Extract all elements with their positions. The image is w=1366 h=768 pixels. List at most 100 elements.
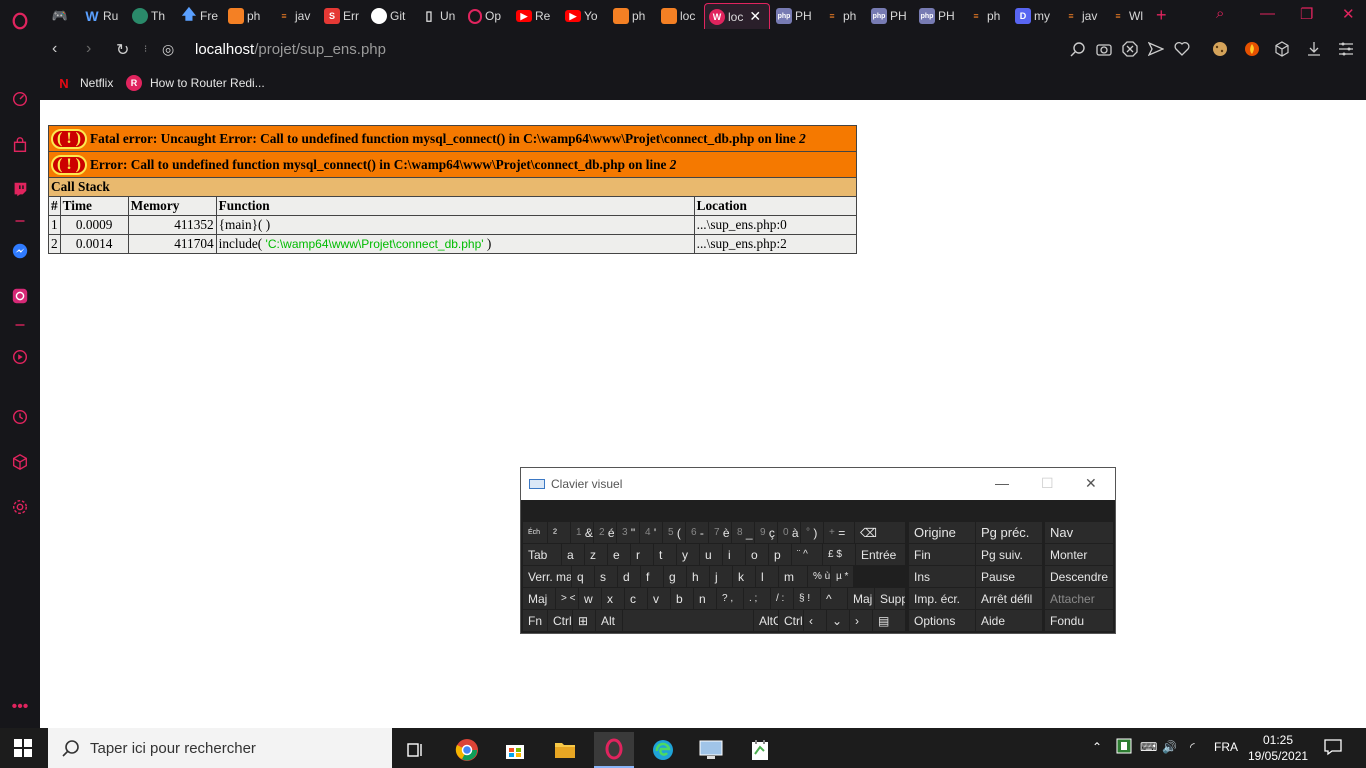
- key-q[interactable]: q: [572, 566, 594, 587]
- key-e[interactable]: e: [608, 544, 630, 565]
- key-sup2[interactable]: ²: [548, 522, 570, 543]
- key-2[interactable]: 2 é: [594, 522, 616, 543]
- extensions-cube-icon[interactable]: [9, 451, 31, 473]
- taskbar-search-input[interactable]: Taper ici pour rechercher: [48, 728, 392, 768]
- chrome-icon[interactable]: [447, 732, 487, 768]
- key-section[interactable]: § !: [794, 588, 820, 609]
- key-3[interactable]: 3 ": [617, 522, 639, 543]
- key-capslock[interactable]: Verr. maj: [523, 566, 571, 587]
- windows-start-icon[interactable]: [14, 739, 32, 757]
- remote-desktop-icon[interactable]: [691, 732, 731, 768]
- extensions-icon[interactable]: [1274, 41, 1290, 57]
- bookmark-router[interactable]: R How to Router Redi...: [126, 75, 265, 91]
- key-i[interactable]: i: [723, 544, 745, 565]
- key-pound[interactable]: £ $: [823, 544, 855, 565]
- tab[interactable]: ▶ Re: [516, 3, 556, 29]
- key-delete[interactable]: Suppr: [875, 588, 905, 609]
- key-n[interactable]: n: [694, 588, 716, 609]
- key-h[interactable]: h: [687, 566, 709, 587]
- key-nav[interactable]: Nav: [1045, 522, 1113, 543]
- key-shift-left[interactable]: Maj: [523, 588, 555, 609]
- notepad-plus-icon[interactable]: [740, 732, 780, 768]
- messenger-icon[interactable]: [9, 240, 31, 262]
- tab[interactable]: ≡ ph: [968, 3, 1008, 29]
- tab[interactable]: ▶ Yo: [565, 3, 605, 29]
- key-u[interactable]: u: [700, 544, 722, 565]
- tab[interactable]: Th: [132, 3, 172, 29]
- minimize-icon[interactable]: —: [1260, 5, 1275, 22]
- cookie-icon[interactable]: [1212, 41, 1228, 57]
- osk-titlebar[interactable]: Clavier visuel — ☐ ✕: [521, 468, 1115, 500]
- send-icon[interactable]: [1148, 41, 1164, 57]
- key-5[interactable]: 5 (: [663, 522, 685, 543]
- heart-icon[interactable]: [1174, 41, 1190, 57]
- key-dot[interactable]: . ;: [744, 588, 770, 609]
- key-pageup[interactable]: Pg préc.: [976, 522, 1042, 543]
- tab[interactable]: W Ru: [84, 3, 124, 29]
- tab[interactable]: loc: [661, 3, 701, 29]
- key-p[interactable]: p: [769, 544, 791, 565]
- clock[interactable]: 01:25 19/05/2021: [1248, 732, 1308, 764]
- speed-dial-icon[interactable]: [9, 88, 31, 110]
- history-icon[interactable]: [9, 406, 31, 428]
- volume-icon[interactable]: 🔊: [1162, 740, 1177, 754]
- fire-extension-icon[interactable]: [1244, 41, 1260, 57]
- key-tab[interactable]: Tab: [523, 544, 561, 565]
- easy-setup-icon[interactable]: [1338, 41, 1354, 57]
- key-insert[interactable]: Ins: [909, 566, 975, 587]
- key-backspace[interactable]: ⌫: [855, 522, 905, 543]
- key-c[interactable]: c: [625, 588, 647, 609]
- key-enter[interactable]: Entrée: [856, 544, 905, 565]
- search-icon[interactable]: [1070, 41, 1086, 57]
- key-9[interactable]: 9 ç: [755, 522, 777, 543]
- tab[interactable]: ≡ jav: [1063, 3, 1103, 29]
- key-esc[interactable]: Éch: [523, 522, 547, 543]
- tab[interactable]: 🡅 Fre: [181, 3, 221, 29]
- instagram-icon[interactable]: [9, 285, 31, 307]
- key-ctrl-right[interactable]: Ctrl: [779, 610, 803, 631]
- key-scrolllock[interactable]: Arrêt défil: [976, 588, 1042, 609]
- adblock-icon[interactable]: [1122, 41, 1138, 57]
- key-d[interactable]: d: [618, 566, 640, 587]
- key-k[interactable]: k: [733, 566, 755, 587]
- key-0[interactable]: 0 à: [778, 522, 800, 543]
- key-printscreen[interactable]: Imp. écr.: [909, 588, 975, 609]
- key-pagedown[interactable]: Pg suiv.: [976, 544, 1042, 565]
- key-w[interactable]: w: [579, 588, 601, 609]
- bookmark-netflix[interactable]: N Netflix: [56, 75, 113, 91]
- key-z[interactable]: z: [585, 544, 607, 565]
- key-m[interactable]: m: [779, 566, 807, 587]
- tab[interactable]: php PH: [919, 3, 959, 29]
- forward-icon[interactable]: ›: [86, 40, 91, 58]
- globe-icon[interactable]: ◎: [162, 41, 174, 58]
- tab[interactable]: ph: [228, 3, 268, 29]
- key-g[interactable]: g: [664, 566, 686, 587]
- file-explorer-icon[interactable]: [545, 732, 585, 768]
- edge-icon[interactable]: [643, 732, 683, 768]
- more-dots-icon[interactable]: •••: [9, 696, 31, 718]
- ime-icon[interactable]: ⌨: [1140, 740, 1157, 754]
- key-7[interactable]: 7 è: [709, 522, 731, 543]
- player-icon[interactable]: [9, 346, 31, 368]
- settings-gear-icon[interactable]: [9, 496, 31, 518]
- key-move-down[interactable]: Descendre: [1045, 566, 1113, 587]
- key-windows[interactable]: ⊞: [573, 610, 595, 631]
- key-6[interactable]: 6 -: [686, 522, 708, 543]
- tab[interactable]: ▯ Un: [421, 3, 461, 29]
- tab[interactable]: Dmy: [1015, 3, 1055, 29]
- key-altgr[interactable]: AltGr: [754, 610, 778, 631]
- key-y[interactable]: y: [677, 544, 699, 565]
- key-arrow-right[interactable]: ›: [850, 610, 872, 631]
- notifications-icon[interactable]: [1324, 738, 1342, 759]
- key-arrow-down[interactable]: ⌄: [827, 610, 849, 631]
- tab[interactable]: 🎮: [52, 3, 71, 29]
- search-tabs-icon[interactable]: ⌕: [1216, 5, 1224, 22]
- key-question[interactable]: ? ,: [717, 588, 743, 609]
- key-home[interactable]: Origine: [909, 522, 975, 543]
- close-icon[interactable]: ✕: [1085, 475, 1097, 492]
- key-fade[interactable]: Fondu: [1045, 610, 1113, 631]
- key-arrow-left[interactable]: ‹: [804, 610, 826, 631]
- language-indicator[interactable]: FRA: [1214, 740, 1238, 754]
- key-a[interactable]: a: [562, 544, 584, 565]
- tab[interactable]: ≡ Wl: [1110, 3, 1150, 29]
